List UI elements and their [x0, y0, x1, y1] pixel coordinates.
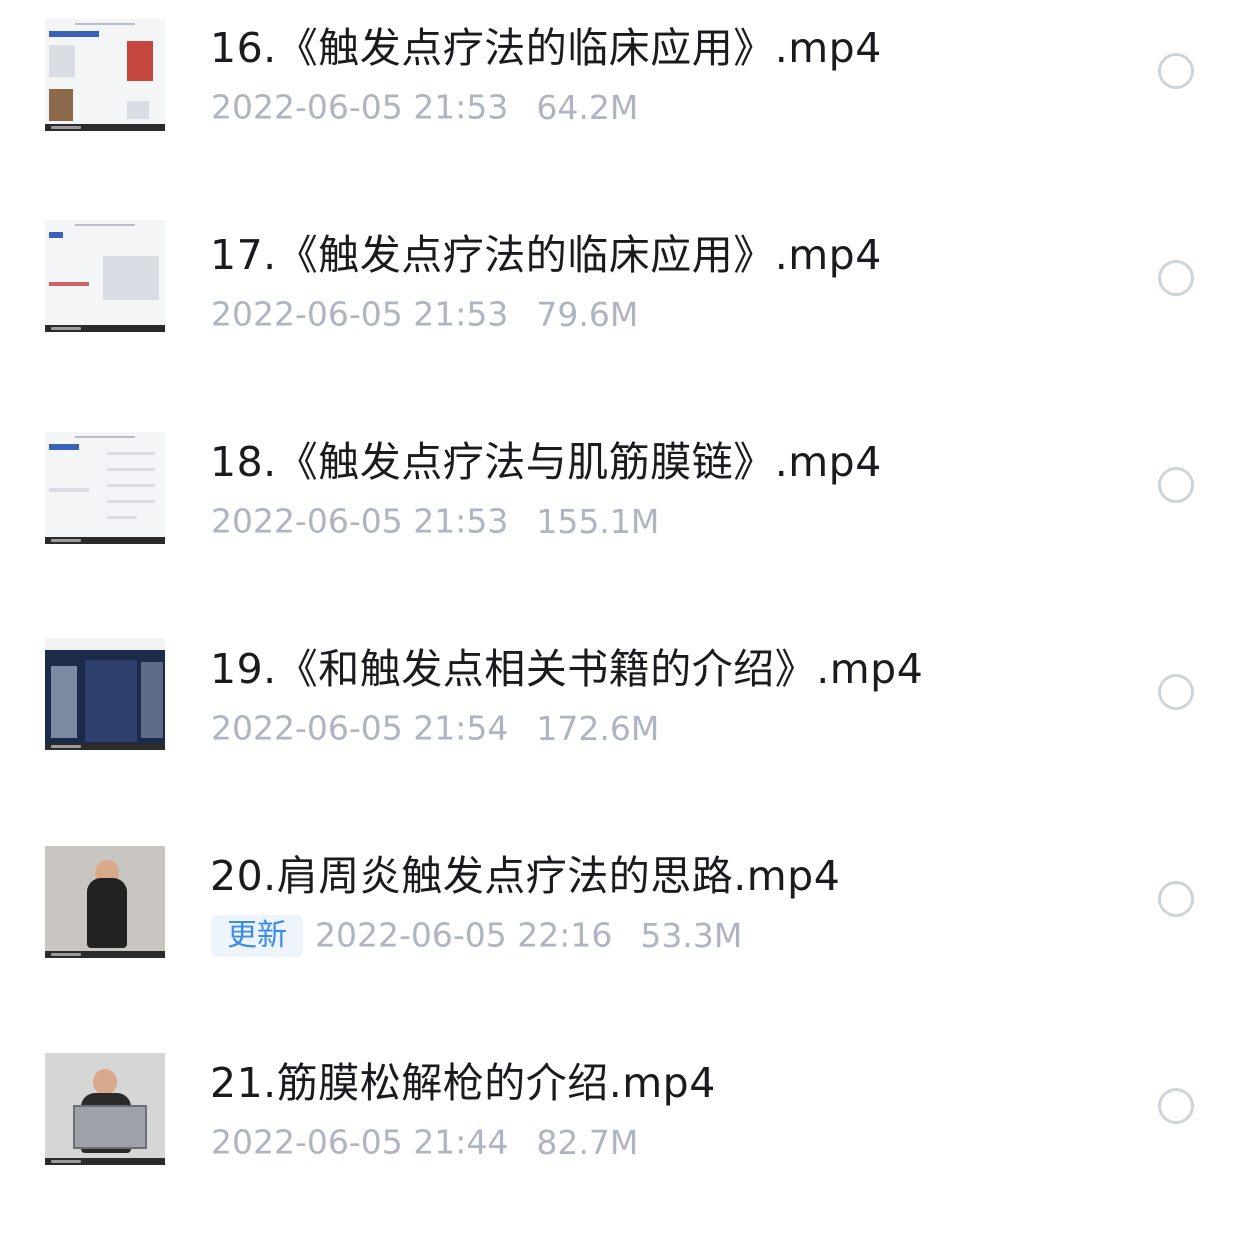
list-item[interactable]: 21.筋膜松解枪的介绍.mp4 2022-06-05 21:44 82.7M	[0, 1049, 1242, 1256]
select-radio-icon[interactable]	[1158, 260, 1194, 296]
file-list: 16.《触发点疗法的临床应用》.mp4 2022-06-05 21:53 64.2…	[0, 0, 1242, 1222]
file-name: 18.《触发点疗法与肌筋膜链》.mp4	[210, 438, 882, 486]
select-radio-icon[interactable]	[1158, 881, 1194, 917]
file-size: 79.6M	[536, 294, 639, 334]
select-radio-icon[interactable]	[1158, 674, 1194, 710]
file-size: 155.1M	[536, 501, 660, 541]
list-item[interactable]: 16.《触发点疗法的临床应用》.mp4 2022-06-05 21:53 64.2…	[0, 14, 1242, 221]
file-datetime: 2022-06-05 21:44	[211, 1122, 509, 1162]
file-size: 82.7M	[536, 1122, 639, 1162]
file-datetime: 2022-06-05 21:53	[211, 87, 509, 127]
file-meta: 2022-06-05 21:53 79.6M	[211, 293, 638, 335]
list-item[interactable]: 17.《触发点疗法的临床应用》.mp4 2022-06-05 21:53 79.6…	[0, 220, 1242, 428]
file-meta: 2022-06-05 21:44 82.7M	[211, 1121, 638, 1163]
file-datetime: 2022-06-05 21:53	[211, 501, 509, 541]
file-name: 17.《触发点疗法的临床应用》.mp4	[210, 231, 882, 279]
file-size: 53.3M	[640, 915, 743, 955]
file-datetime: 2022-06-05 21:54	[211, 708, 509, 748]
file-name: 16.《触发点疗法的临床应用》.mp4	[210, 24, 882, 72]
list-item[interactable]: 19.《和触发点相关书籍的介绍》.mp4 2022-06-05 21:54 172…	[0, 635, 1242, 842]
video-thumbnail[interactable]	[45, 638, 165, 750]
video-thumbnail[interactable]	[45, 220, 165, 332]
file-name: 20.肩周炎触发点疗法的思路.mp4	[210, 852, 841, 900]
video-thumbnail[interactable]	[45, 846, 165, 958]
file-datetime: 2022-06-05 22:16	[315, 915, 613, 955]
update-badge: 更新	[211, 914, 303, 957]
file-meta: 2022-06-05 21:53 155.1M	[211, 500, 659, 542]
file-meta: 更新 2022-06-05 22:16 53.3M	[211, 914, 742, 957]
video-thumbnail[interactable]	[45, 1053, 165, 1165]
file-meta: 2022-06-05 21:53 64.2M	[211, 86, 638, 128]
file-size: 64.2M	[536, 87, 639, 127]
list-item[interactable]: 20.肩周炎触发点疗法的思路.mp4 更新 2022-06-05 22:16 53.…	[0, 842, 1242, 1049]
file-name: 21.筋膜松解枪的介绍.mp4	[210, 1059, 716, 1107]
list-item[interactable]: 18.《触发点疗法与肌筋膜链》.mp4 2022-06-05 21:53 155.…	[0, 428, 1242, 635]
file-name: 19.《和触发点相关书籍的介绍》.mp4	[210, 645, 924, 693]
video-thumbnail[interactable]	[45, 19, 165, 131]
file-datetime: 2022-06-05 21:53	[211, 294, 509, 334]
select-radio-icon[interactable]	[1158, 1088, 1194, 1124]
file-size: 172.6M	[536, 708, 660, 748]
file-meta: 2022-06-05 21:54 172.6M	[211, 707, 659, 749]
select-radio-icon[interactable]	[1158, 467, 1194, 503]
video-thumbnail[interactable]	[45, 432, 165, 544]
select-radio-icon[interactable]	[1158, 53, 1194, 89]
